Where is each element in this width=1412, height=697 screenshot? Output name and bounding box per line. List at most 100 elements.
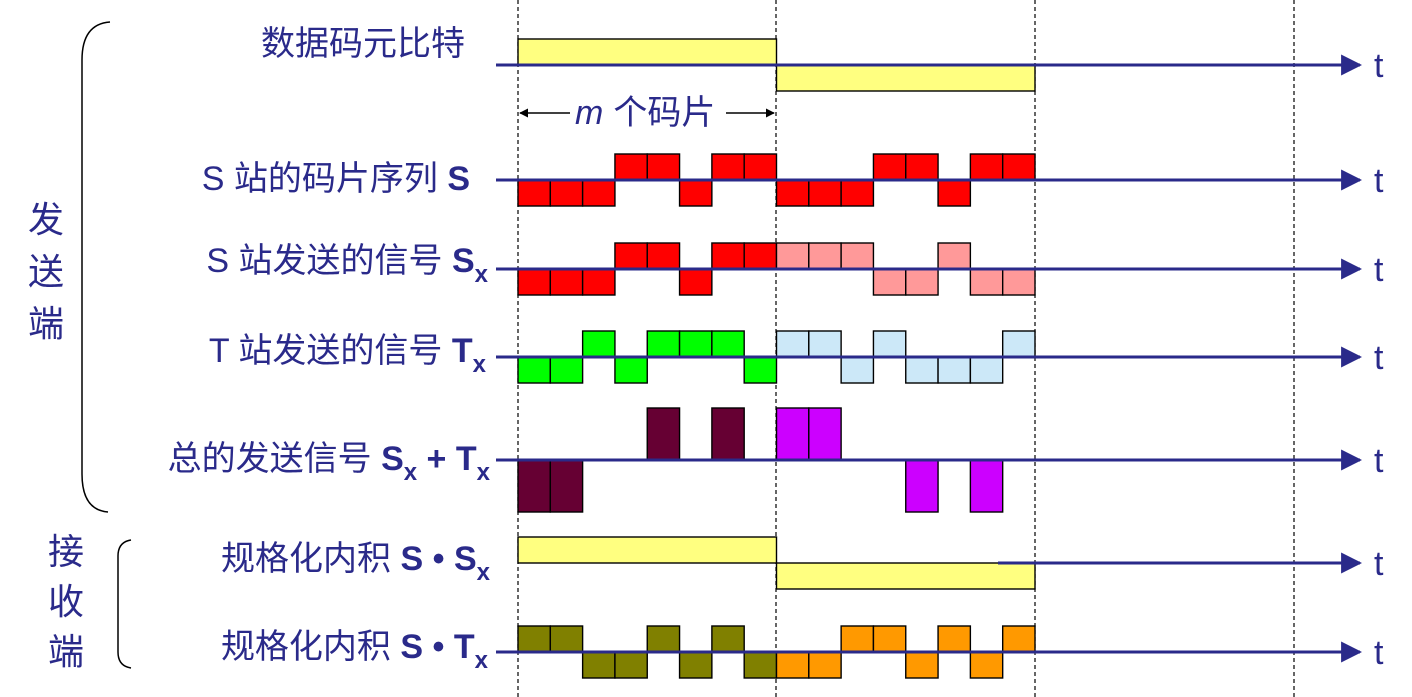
inner-s-tx-mark	[775, 651, 810, 679]
time-axis-label: t	[1374, 545, 1384, 583]
s-signal-mark	[905, 268, 939, 296]
s-signal-mark	[1001, 268, 1036, 296]
t-signal-mark	[517, 356, 552, 384]
inner-s-tx-mark	[808, 651, 842, 679]
s-signal-mark	[711, 242, 745, 270]
t-signal-mark	[937, 356, 972, 384]
inner-s-tx-mark	[840, 625, 875, 653]
t-signal-mark	[1001, 330, 1036, 358]
sender-char-2: 送	[28, 251, 64, 292]
t-signal-mark	[743, 356, 778, 384]
time-axis-label: t	[1374, 634, 1384, 672]
receiver-brace	[117, 539, 132, 669]
total-signal-mark	[711, 407, 745, 461]
s-chip-mark	[581, 179, 616, 207]
m-variable: m	[575, 94, 603, 132]
s-signal-mark	[937, 242, 972, 270]
s-chip-mark	[840, 179, 875, 207]
inner-s-tx-mark	[937, 625, 972, 653]
s-chip-mark	[775, 179, 810, 207]
inner-s-tx-mark	[517, 625, 552, 653]
receiver-group: 接 收 端	[48, 531, 132, 672]
t-signal-mark	[549, 356, 584, 384]
s-signal-mark	[775, 242, 810, 270]
s-chip-mark	[743, 153, 778, 181]
row-label-inner-s-tx: 规格化内积 S • Tx	[221, 628, 489, 674]
s-chip-mark	[1001, 153, 1036, 181]
svg-text:m个码片: m 个码片	[575, 94, 715, 132]
s-signal-mark	[840, 242, 875, 270]
s-signal-mark	[872, 268, 907, 296]
total-signal-mark	[646, 407, 681, 461]
time-axis-label: t	[1374, 47, 1384, 85]
inner-s-tx-mark	[1001, 625, 1036, 653]
t-signal-mark	[678, 330, 713, 358]
inner-s-tx-mark	[969, 651, 1004, 679]
inner-s-tx-mark	[581, 651, 616, 679]
time-axis-label: t	[1374, 251, 1384, 289]
s-chip-mark	[872, 153, 907, 181]
t-signal-mark	[872, 330, 907, 358]
receiver-char-1: 接	[48, 531, 84, 572]
s-chip-mark	[549, 179, 584, 207]
t-signal-mark	[711, 330, 745, 358]
total-signal-mark	[969, 459, 1004, 513]
s-signal-mark	[581, 268, 616, 296]
inner-s-tx-mark	[905, 651, 939, 679]
time-axis-label: t	[1374, 442, 1384, 480]
t-signal-mark	[808, 330, 842, 358]
s-signal-mark	[743, 242, 778, 270]
sender-char-1: 发	[28, 199, 64, 240]
sender-char-3: 端	[28, 303, 64, 344]
total-signal-mark	[905, 459, 939, 513]
s-chip-mark	[969, 153, 1004, 181]
row-labels: 数据码元比特 S 站的码片序列 S S 站发送的信号 Sx T 站发送的信号 Tx 总的…	[168, 25, 491, 674]
s-chip-mark	[517, 179, 552, 207]
s-chip-mark	[711, 153, 745, 181]
s-signal-mark	[969, 268, 1004, 296]
receiver-char-3: 端	[48, 631, 84, 672]
inner-s-tx-mark	[711, 625, 745, 653]
t-signal-mark	[775, 330, 810, 358]
t-signal-mark	[646, 330, 681, 358]
s-chip-mark	[937, 179, 972, 207]
s-signal-mark	[614, 242, 648, 270]
inner-s-tx-mark	[743, 651, 778, 679]
data-bit-mark	[775, 64, 1036, 92]
inner-s-tx-mark	[549, 625, 584, 653]
row-label-s-chip-seq: S 站的码片序列 S	[202, 160, 470, 198]
s-signal-mark	[678, 268, 713, 296]
s-chip-mark	[614, 153, 648, 181]
inner-s-sx-mark	[517, 536, 778, 564]
s-chip-mark	[678, 179, 713, 207]
inner-s-tx-mark	[678, 651, 713, 679]
time-axis-label: t	[1374, 339, 1384, 377]
t-signal-mark	[581, 330, 616, 358]
inner-s-sx-mark	[775, 562, 1036, 590]
total-signal-mark	[549, 459, 584, 513]
t-signal-mark	[969, 356, 1004, 384]
t-signal-mark	[614, 356, 648, 384]
total-signal-mark	[775, 407, 810, 461]
s-signal-mark	[517, 268, 552, 296]
row-label-total-signal: 总的发送信号 Sx + Tx	[168, 440, 491, 486]
s-signal-mark	[646, 242, 681, 270]
row-label-inner-s-sx: 规格化内积 S • Sx	[221, 540, 491, 586]
inner-s-tx-mark	[646, 625, 681, 653]
t-signal-mark	[840, 356, 875, 384]
total-signal-mark	[517, 459, 552, 513]
time-axis-label: t	[1374, 162, 1384, 200]
t-signal-mark	[905, 356, 939, 384]
total-signal-mark	[808, 407, 842, 461]
row-label-data-bits: 数据码元比特	[261, 25, 465, 63]
inner-s-tx-mark	[614, 651, 648, 679]
m-chips-label: 个码片	[613, 94, 715, 132]
s-chip-mark	[646, 153, 681, 181]
cdma-diagram: t t t t t t t 数据码元比特 S 站的码片序列 S S 站发送的信号 Sx T 站发送…	[28, 0, 1384, 697]
m-chips-annotation: m 个码片	[519, 94, 775, 132]
data-bit-mark	[517, 38, 778, 66]
inner-s-tx-mark	[872, 625, 907, 653]
row-label-t-signal: T 站发送的信号 Tx	[209, 332, 487, 378]
row-label-s-signal: S 站发送的信号 Sx	[206, 242, 488, 288]
sender-group: 发 送 端	[28, 21, 111, 513]
